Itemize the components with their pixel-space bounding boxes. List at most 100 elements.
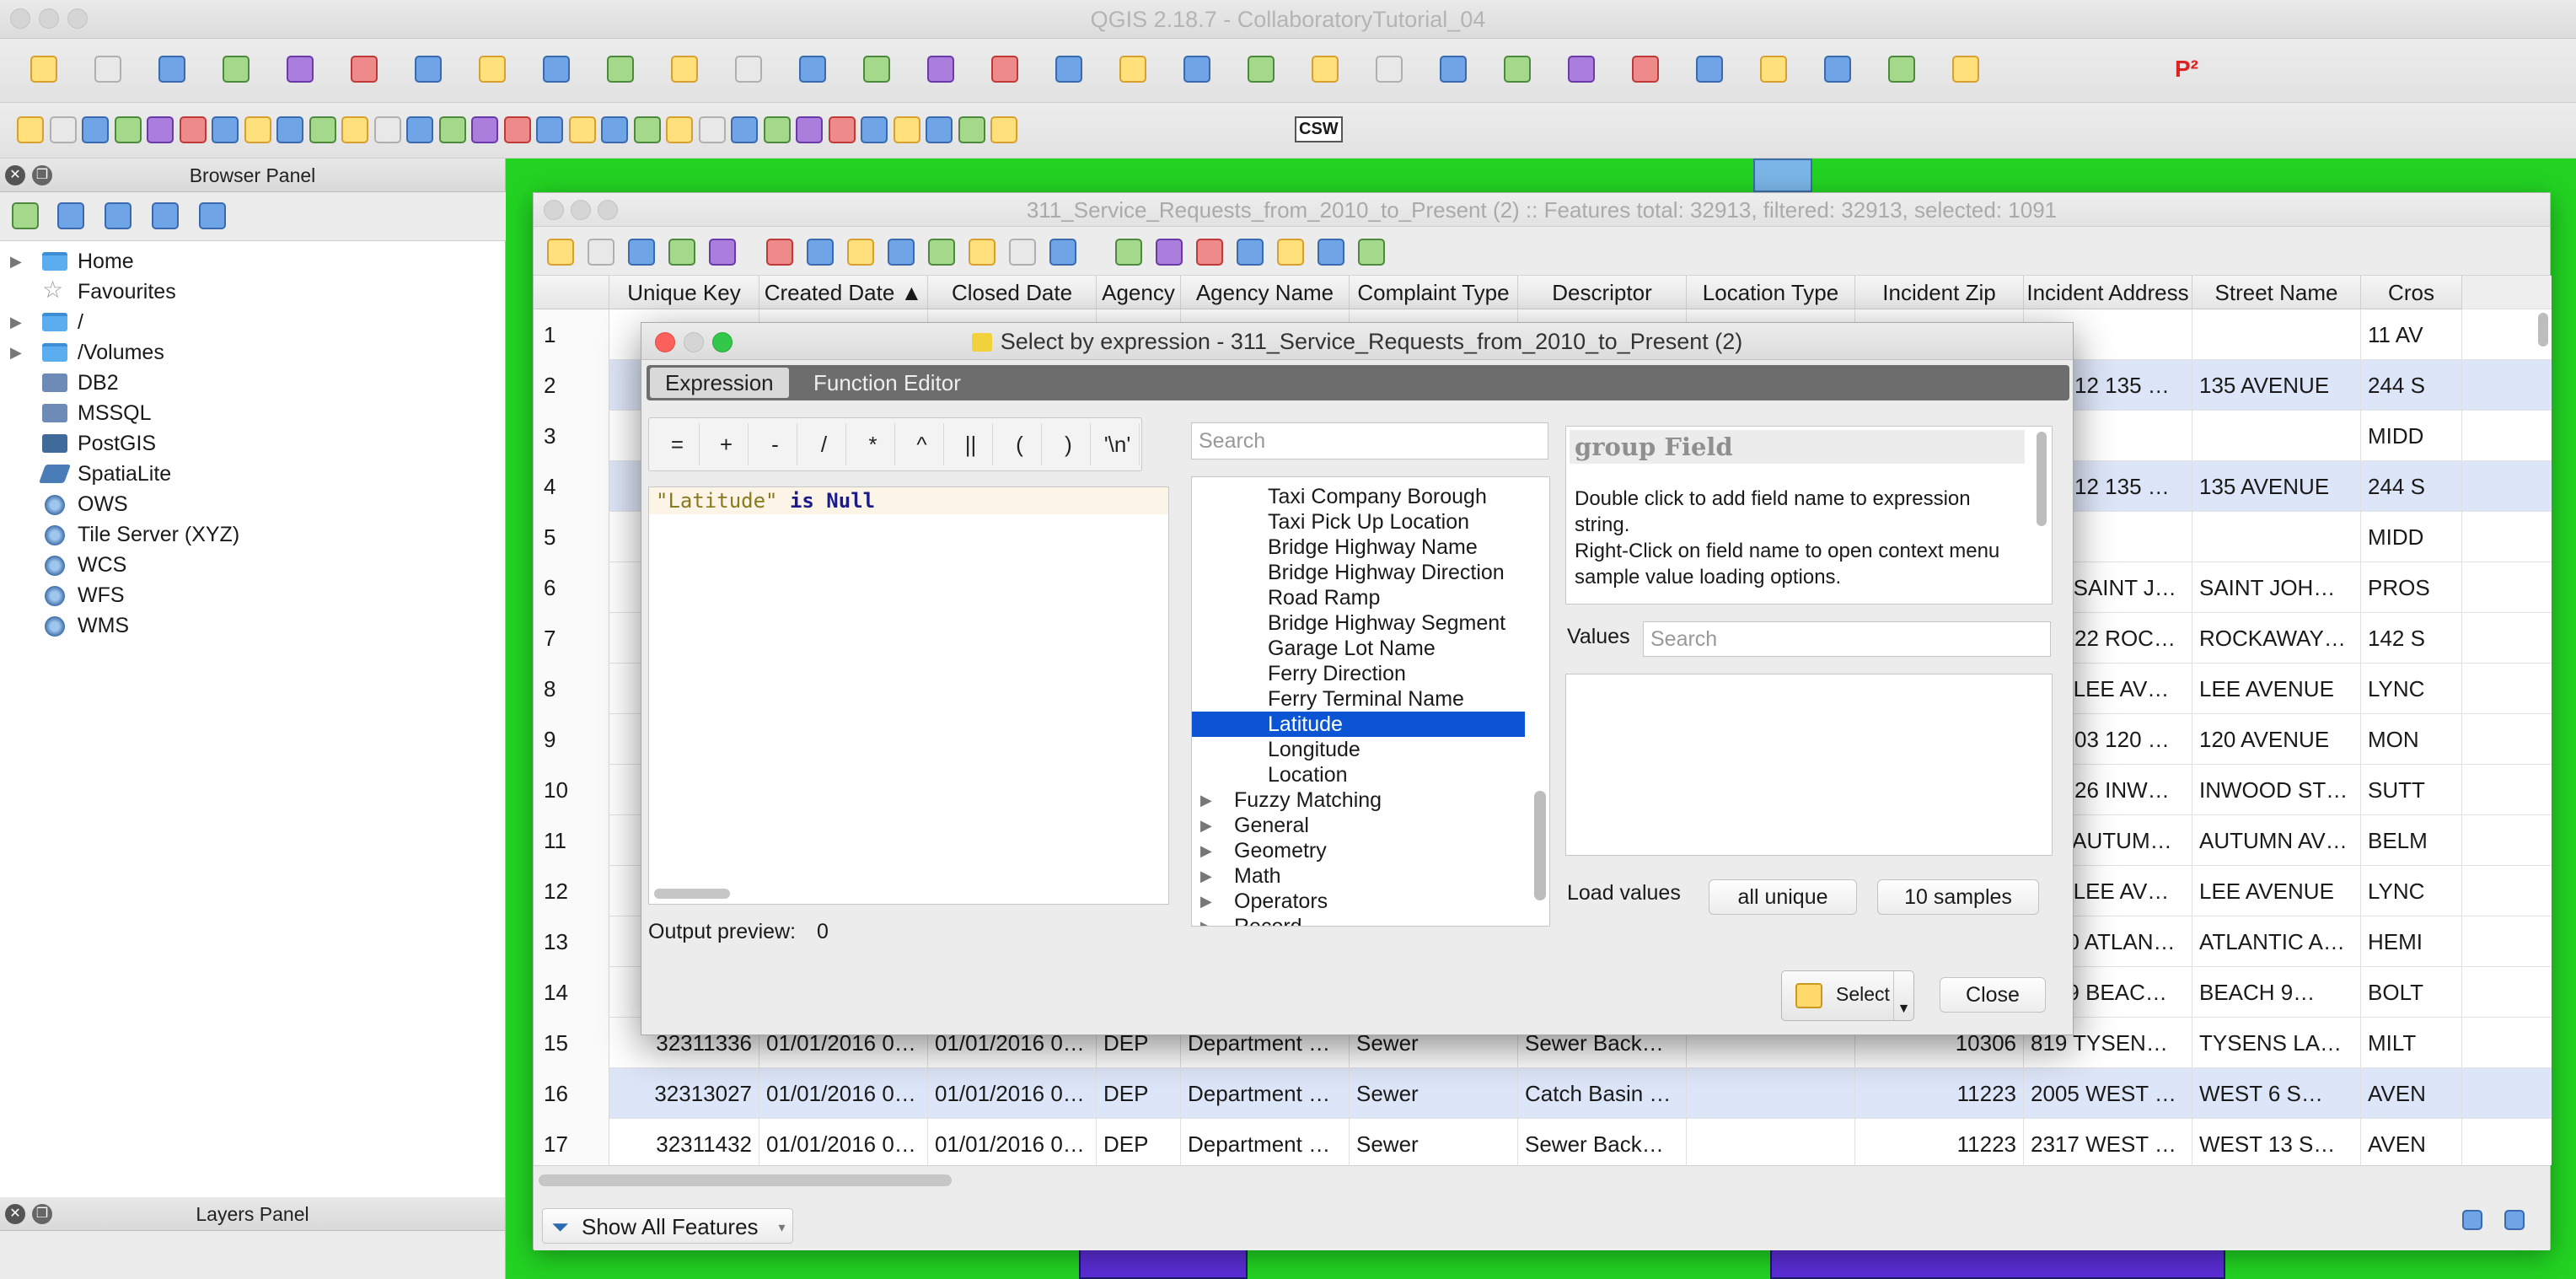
table-cell[interactable]: BOLT	[2361, 967, 2462, 1018]
column-header[interactable]: Location Type	[1687, 276, 1855, 309]
field-item[interactable]: Longitude	[1192, 737, 1525, 762]
field-item[interactable]: Ferry Direction	[1192, 661, 1525, 686]
table-cell[interactable]: Sewer	[1350, 1068, 1518, 1119]
expand-arrow-icon[interactable]: ▶	[1200, 787, 1212, 813]
zoom-to-icon[interactable]	[1108, 232, 1146, 269]
table-cell[interactable]: Sewer	[1350, 1119, 1518, 1165]
new-print-composer-icon[interactable]	[280, 49, 320, 89]
statistics-icon[interactable]	[1561, 49, 1602, 89]
table-row[interactable]: 16 32313027 01/01/2016 0… 01/01/2016 0… DEP D…	[534, 1068, 2552, 1119]
field-item[interactable]: Latitude	[1192, 712, 1525, 737]
column-header[interactable]: Agency Name	[1181, 276, 1350, 309]
row-number[interactable]: 5	[534, 512, 609, 562]
table-cell[interactable]: Catch Basin …	[1518, 1068, 1687, 1119]
table-cell[interactable]: WEST 6 S…	[2192, 1068, 2361, 1119]
table-cell[interactable]	[2192, 309, 2361, 360]
field-item[interactable]: Taxi Pick Up Location	[1192, 509, 1525, 535]
save-project-icon[interactable]	[152, 49, 192, 89]
open-project-icon[interactable]	[88, 49, 128, 89]
function-group-item[interactable]: ▶ Fuzzy Matching	[1192, 787, 1525, 813]
field-item[interactable]: Bridge Highway Direction	[1192, 560, 1525, 585]
close-panel-icon[interactable]: ✕	[5, 165, 25, 185]
table-cell[interactable]: 11223	[1855, 1068, 2024, 1119]
table-cell[interactable]: Department …	[1181, 1068, 1350, 1119]
identify-icon[interactable]	[1241, 49, 1281, 89]
field-item[interactable]: Road Ramp	[1192, 585, 1525, 610]
filter-icon[interactable]	[98, 196, 138, 236]
float-panel-icon[interactable]: ❐	[32, 165, 52, 185]
vertical-scrollbar[interactable]	[2538, 313, 2548, 347]
ten-samples-button[interactable]: 10 samples	[1877, 879, 2039, 915]
pan-to-selection-icon[interactable]	[472, 49, 513, 89]
edit-multi-icon[interactable]	[581, 232, 618, 269]
table-cell[interactable]: ATLANTIC A…	[2192, 916, 2361, 967]
delete-field-icon[interactable]	[1270, 232, 1307, 269]
browser-item[interactable]: DB2	[0, 368, 506, 398]
row-number[interactable]: 15	[534, 1018, 609, 1068]
expand-arrow-icon[interactable]: ▶	[1200, 838, 1212, 863]
table-cell[interactable]: LYNC	[2361, 866, 2462, 916]
column-header[interactable]: Unique Key	[609, 276, 759, 309]
field-item[interactable]: Location	[1192, 762, 1525, 787]
add-layer-icon[interactable]	[5, 196, 46, 236]
browser-item[interactable]: WCS	[0, 550, 506, 580]
zoom-to-layer-icon[interactable]	[856, 49, 897, 89]
show-all-features-button[interactable]: ⏷ Show All Features ▾	[542, 1208, 793, 1244]
column-header[interactable]: Street Name	[2192, 276, 2361, 309]
table-cell[interactable]	[1687, 1068, 1855, 1119]
table-cell[interactable]: Department …	[1181, 1119, 1350, 1165]
open-attribute-table-icon[interactable]	[1497, 49, 1538, 89]
close-dialog-button[interactable]	[655, 332, 675, 352]
table-cell[interactable]: 2317 WEST …	[2024, 1119, 2192, 1165]
table-cell[interactable]: 01/01/2016 0…	[928, 1119, 1097, 1165]
operator-button[interactable]: *	[851, 423, 895, 465]
python-plugin-icon[interactable]	[1945, 49, 1986, 89]
operator-button[interactable]: )	[1047, 423, 1091, 465]
table-cell[interactable]: 2005 WEST …	[2024, 1068, 2192, 1119]
table-cell[interactable]: 120 AVENUE	[2192, 714, 2361, 765]
csw-button[interactable]: CSW	[1295, 116, 1343, 142]
zoom-in-icon[interactable]	[536, 49, 577, 89]
new-map-view-icon[interactable]	[1049, 49, 1089, 89]
values-list[interactable]	[1565, 674, 2053, 856]
close-panel-icon[interactable]: ✕	[5, 1204, 25, 1224]
help-scrollbar[interactable]	[2037, 432, 2047, 526]
deselect-icon[interactable]	[1433, 49, 1473, 89]
select-button[interactable]: Select ▼	[1781, 970, 1914, 1021]
table-cell[interactable]: 244 S	[2361, 360, 2462, 411]
zoom-next-icon[interactable]	[985, 49, 1025, 89]
row-number[interactable]: 10	[534, 765, 609, 815]
invert-icon[interactable]	[881, 232, 918, 269]
table-cell[interactable]: BEACH 9…	[2192, 967, 2361, 1018]
table-cell[interactable]	[2192, 512, 2361, 562]
table-cell[interactable]: MIDD	[2361, 411, 2462, 461]
expand-arrow-icon[interactable]: ▶	[1200, 914, 1212, 926]
row-number[interactable]: 3	[534, 411, 609, 461]
table-cell[interactable]: 32311432	[609, 1119, 759, 1165]
reload-icon[interactable]	[662, 232, 699, 269]
bookmark-icon[interactable]	[1113, 49, 1153, 89]
minimize-dialog-button[interactable]	[684, 332, 704, 352]
table-cell[interactable]: DEP	[1097, 1068, 1181, 1119]
row-number[interactable]: 16	[534, 1068, 609, 1119]
row-number[interactable]: 7	[534, 613, 609, 664]
table-cell[interactable]: AVEN	[2361, 1068, 2462, 1119]
field-item[interactable]: Ferry Terminal Name	[1192, 686, 1525, 712]
row-number[interactable]: 4	[534, 461, 609, 512]
function-list-scrollbar[interactable]	[1534, 791, 1546, 900]
row-number[interactable]: 14	[534, 967, 609, 1018]
function-search-input[interactable]: Search	[1191, 422, 1548, 459]
browser-item[interactable]: SpatiaLite	[0, 459, 506, 489]
move-top-icon[interactable]	[1002, 232, 1039, 269]
function-group-item[interactable]: ▶ Math	[1192, 863, 1525, 889]
zoom-last-icon[interactable]	[920, 49, 961, 89]
row-number[interactable]: 13	[534, 916, 609, 967]
row-number[interactable]: 2	[534, 360, 609, 411]
table-cell[interactable]: DEP	[1097, 1119, 1181, 1165]
new-field-icon[interactable]	[1230, 232, 1267, 269]
browser-item[interactable]: ▶ Home	[0, 246, 506, 277]
table-cell[interactable]: PROS	[2361, 562, 2462, 613]
table-cell[interactable]: 142 S	[2361, 613, 2462, 664]
table-cell[interactable]: 01/01/2016 0…	[928, 1068, 1097, 1119]
save-icon[interactable]	[621, 232, 658, 269]
